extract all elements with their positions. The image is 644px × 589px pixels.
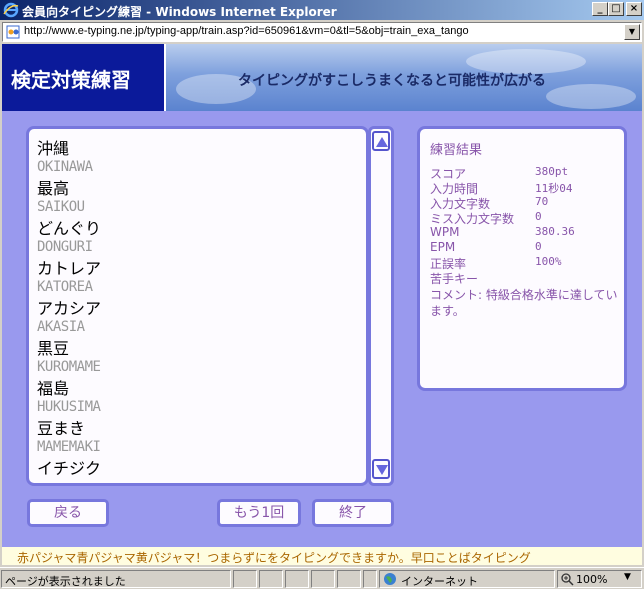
- chevron-down-icon[interactable]: ▼: [624, 572, 631, 582]
- zoom-level[interactable]: 100%: [576, 573, 607, 586]
- banner-image: タイピングがすこしうまくなると可能性が広がる: [166, 44, 642, 111]
- result-value: 380pt: [535, 165, 569, 178]
- browser-window: 会員向タイピング練習 - Windows Internet Explorer _…: [0, 0, 644, 589]
- result-value: 0: [535, 240, 542, 253]
- address-bar[interactable]: http://www.e-typing.ne.jp/typing-app/tra…: [2, 22, 642, 42]
- address-url[interactable]: http://www.e-typing.ne.jp/typing-app/tra…: [24, 25, 469, 37]
- result-row: ミス入力文字数 0: [430, 210, 620, 226]
- result-row: 入力時間 11秒04: [430, 180, 620, 196]
- word-japanese: カトレア: [37, 259, 102, 278]
- word-romaji: OKINAWA: [37, 159, 93, 175]
- page-content: 検定対策練習 タイピングがすこしうまくなると可能性が広がる 沖縄 OKINAWA…: [2, 44, 642, 565]
- status-text-pane: ページが表示されました: [1, 570, 231, 588]
- result-value: 0: [535, 210, 542, 223]
- address-dropdown-button[interactable]: ▼: [624, 24, 640, 40]
- status-pane: [363, 570, 377, 588]
- word-romaji: AKASIA: [37, 319, 85, 335]
- scroll-up-button[interactable]: [372, 131, 390, 151]
- status-pane: [337, 570, 361, 588]
- result-value: 100%: [535, 255, 562, 268]
- status-bar: ページが表示されました インターネット 100% ▼: [0, 567, 644, 589]
- ie-icon: [3, 2, 19, 18]
- result-row: WPM 380.36: [430, 225, 620, 240]
- word-romaji: HUKUSIMA: [37, 399, 101, 415]
- status-pane: [259, 570, 283, 588]
- security-zone-pane[interactable]: インターネット: [379, 570, 555, 588]
- list-item: 黒豆 KUROMAME: [37, 335, 101, 375]
- close-button[interactable]: ×: [626, 2, 642, 16]
- cloud-decoration: [546, 84, 636, 109]
- results-panel: 練習結果 スコア 380pt 入力時間 11秒04 入力文字数 70 ミス入力文…: [417, 126, 627, 391]
- result-value: 11秒04: [535, 182, 573, 195]
- list-item: アカシア AKASIA: [37, 295, 101, 335]
- word-romaji: SAIKOU: [37, 199, 85, 215]
- maximize-button[interactable]: □: [608, 2, 624, 16]
- globe-icon: [384, 573, 396, 585]
- word-japanese: アカシア: [37, 299, 102, 318]
- list-item: イチジク: [37, 455, 101, 479]
- marquee-banner[interactable]: 赤パジャマ青パジャマ黄パジャマ！つまらずにをタイピングできますか。早口ことばタイ…: [2, 547, 642, 565]
- word-list-scrollbar[interactable]: [368, 126, 394, 486]
- back-button[interactable]: 戻る: [27, 499, 109, 527]
- zoom-icon: [561, 573, 574, 586]
- word-japanese: 福島: [37, 379, 70, 398]
- result-row: 入力文字数 70: [430, 195, 620, 211]
- status-pane: [233, 570, 257, 588]
- word-japanese: 黒豆: [37, 339, 70, 358]
- status-text: ページが表示されました: [5, 575, 126, 588]
- list-item: 豆まき MAMEMAKI: [37, 415, 101, 455]
- triangle-up-icon: [376, 137, 388, 147]
- finish-button[interactable]: 終了: [312, 499, 394, 527]
- word-romaji: KATOREA: [37, 279, 93, 295]
- result-row: スコア 380pt: [430, 165, 620, 181]
- result-value: 70: [535, 195, 549, 208]
- result-value: 380.36: [535, 225, 575, 238]
- retry-button[interactable]: もう1回: [217, 499, 301, 527]
- banner: 検定対策練習 タイピングがすこしうまくなると可能性が広がる: [2, 44, 642, 111]
- list-item: 沖縄 OKINAWA: [37, 135, 93, 175]
- status-pane: [311, 570, 335, 588]
- list-item: どんぐり DONGURI: [37, 215, 101, 255]
- marquee-text[interactable]: 赤パジャマ青パジャマ黄パジャマ！つまらずにをタイピングできますか。早口ことばタイ…: [17, 549, 531, 565]
- word-japanese: 最高: [37, 179, 70, 198]
- result-label: 苦手キー: [430, 272, 479, 286]
- title-bar: 会員向タイピング練習 - Windows Internet Explorer _…: [0, 0, 644, 20]
- list-item: 最高 SAIKOU: [37, 175, 85, 215]
- result-row: 苦手キー: [430, 270, 620, 286]
- result-label: EPM: [430, 240, 456, 254]
- word-romaji: KUROMAME: [37, 359, 101, 375]
- results-comment: コメント: 特級合格水準に達しています。: [430, 288, 618, 318]
- scroll-down-button[interactable]: [372, 459, 390, 479]
- word-romaji: MAMEMAKI: [37, 439, 101, 455]
- word-romaji: DONGURI: [37, 239, 93, 255]
- word-list: 沖縄 OKINAWA 最高 SAIKOU どんぐり DONGURI カトレア K…: [26, 126, 369, 486]
- results-title: 練習結果: [430, 143, 483, 158]
- triangle-down-icon: [376, 465, 388, 475]
- zone-label: インターネット: [401, 575, 478, 588]
- word-japanese: どんぐり: [37, 219, 102, 238]
- word-japanese: 豆まき: [37, 419, 86, 438]
- page-icon: [6, 25, 20, 39]
- word-japanese: イチジク: [37, 459, 102, 478]
- result-row: 正誤率 100%: [430, 255, 620, 271]
- banner-title: 検定対策練習: [2, 44, 164, 111]
- window-title: 会員向タイピング練習 - Windows Internet Explorer: [22, 5, 337, 19]
- zoom-control[interactable]: 100% ▼: [557, 570, 642, 588]
- banner-tagline: タイピングがすこしうまくなると可能性が広がる: [238, 73, 546, 89]
- word-japanese: 沖縄: [37, 139, 70, 158]
- minimize-button[interactable]: _: [592, 2, 608, 16]
- status-pane: [285, 570, 309, 588]
- list-item: 福島 HUKUSIMA: [37, 375, 101, 415]
- result-label: WPM: [430, 225, 460, 239]
- list-item: カトレア KATOREA: [37, 255, 101, 295]
- result-row: EPM 0: [430, 240, 620, 255]
